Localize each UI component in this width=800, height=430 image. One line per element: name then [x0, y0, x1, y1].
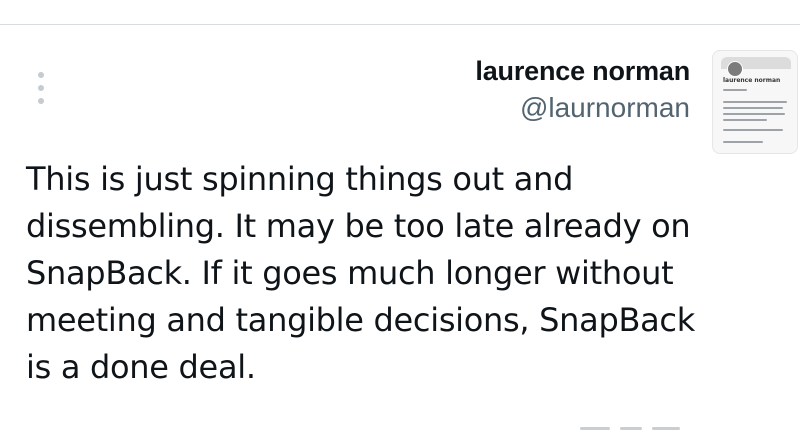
tweet-footer-fragment — [580, 422, 700, 430]
top-divider — [0, 24, 800, 25]
tweet-text: This is just spinning things out and dis… — [26, 160, 695, 386]
avatar-text-line — [723, 119, 767, 121]
author-avatar[interactable]: laurence norman — [712, 50, 798, 154]
avatar-text-line — [723, 141, 763, 143]
avatar-text-line — [723, 129, 783, 131]
avatar-text-line — [723, 113, 785, 115]
avatar-text-line — [723, 101, 787, 103]
avatar-text-line — [723, 89, 747, 91]
menu-dot — [38, 98, 44, 104]
menu-dot — [38, 72, 44, 78]
avatar-text-line — [723, 107, 783, 109]
tweet-author[interactable]: laurence norman @laurnorman — [475, 54, 690, 128]
avatar-mini-name: laurence norman — [723, 77, 781, 84]
menu-dot — [38, 85, 44, 91]
author-name[interactable]: laurence norman — [475, 54, 690, 88]
avatar-profile-picture — [727, 61, 743, 77]
more-options-icon[interactable] — [30, 70, 52, 106]
author-handle[interactable]: @laurnorman — [475, 88, 690, 128]
